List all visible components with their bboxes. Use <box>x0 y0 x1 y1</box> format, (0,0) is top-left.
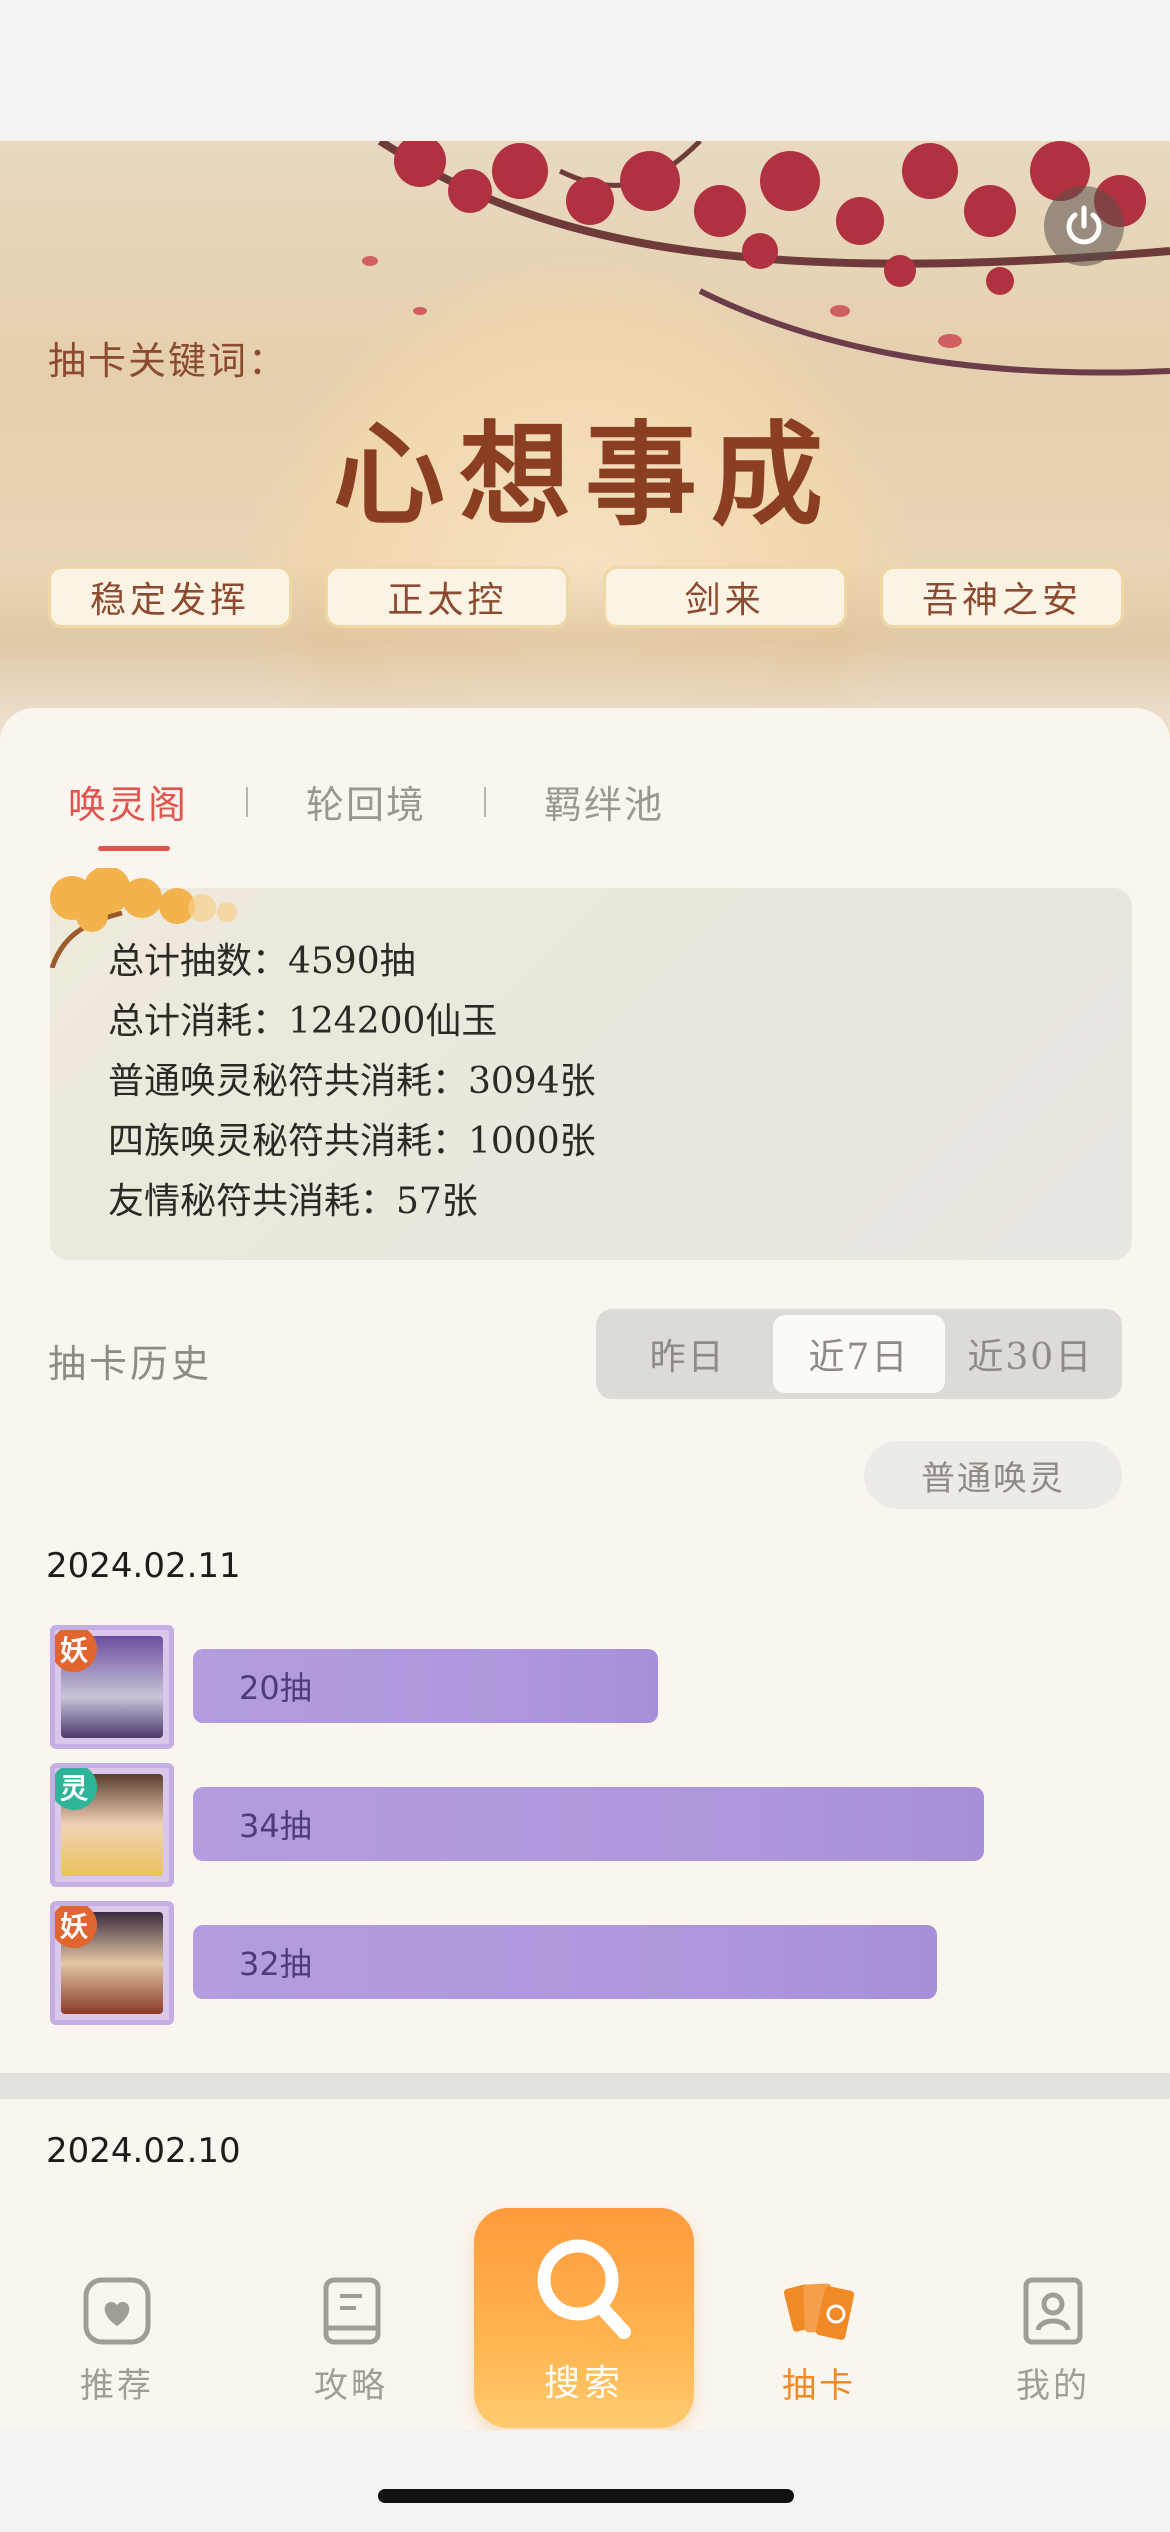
rarity-badge: 妖 <box>55 1906 97 1948</box>
tab-separator <box>246 786 249 817</box>
nav-label: 攻略 <box>314 2366 388 2406</box>
shikigami-avatar: 灵 <box>50 1763 174 1887</box>
draw-count-bar: 32抽 <box>193 1925 937 1999</box>
tab-jibanchi[interactable]: 羁绊池 <box>544 774 664 829</box>
nav-label: 我的 <box>1016 2366 1090 2406</box>
nav-label: 推荐 <box>80 2366 154 2406</box>
draw-count-label: 34抽 <box>239 1807 312 1845</box>
nav-gacha[interactable]: 抽卡 <box>702 2212 936 2430</box>
history-row[interactable]: 妖 32抽 <box>50 1901 1120 2025</box>
home-indicator-area <box>0 2430 1170 2532</box>
draw-count-bar: 20抽 <box>193 1649 658 1723</box>
cards-icon <box>784 2276 854 2346</box>
search-icon <box>537 2239 631 2339</box>
stats-list: 总计抽数：4590抽 总计消耗：124200仙玉 普通唤灵秘符共消耗：3094张… <box>108 932 596 1232</box>
keyword-chip[interactable]: 吾神之安 <box>879 566 1124 628</box>
content-panel: 唤灵阁 轮回境 羁绊池 总计抽数：4590抽 总计消耗：124200仙玉 普通唤… <box>0 708 1170 2073</box>
range-segmented-control: 昨日 近7日 近30日 <box>596 1309 1122 1399</box>
draw-count-label: 32抽 <box>239 1945 312 1983</box>
range-yesterday[interactable]: 昨日 <box>602 1315 773 1393</box>
history-title: 抽卡历史 <box>48 1342 213 1386</box>
power-button[interactable] <box>1044 186 1124 266</box>
stat-total-cost: 总计消耗：124200仙玉 <box>108 1001 498 1042</box>
nav-recommend[interactable]: 推荐 <box>0 2212 234 2430</box>
status-bar <box>0 0 1170 141</box>
stats-card: 总计抽数：4590抽 总计消耗：124200仙玉 普通唤灵秘符共消耗：3094张… <box>49 868 1132 1260</box>
keyword-chips: 稳定发挥 正太控 剑来 吾神之安 <box>48 566 1124 628</box>
range-30-days[interactable]: 近30日 <box>945 1315 1116 1393</box>
nav-label: 抽卡 <box>782 2366 856 2406</box>
history-row[interactable]: 妖 20抽 <box>50 1625 1120 1749</box>
draw-count-bar: 34抽 <box>193 1787 984 1861</box>
history-date: 2024.02.10 <box>46 2131 241 2171</box>
keyword-label: 抽卡关键词： <box>48 339 289 383</box>
shikigami-avatar: 妖 <box>50 1625 174 1749</box>
home-indicator[interactable] <box>378 2489 794 2503</box>
draw-count-label: 20抽 <box>239 1669 312 1707</box>
stat-four-clan-talisman: 四族唤灵秘符共消耗：1000张 <box>108 1121 596 1162</box>
keyword-chip[interactable]: 稳定发挥 <box>48 566 292 628</box>
history-date: 2024.02.11 <box>46 1546 241 1586</box>
search-button[interactable]: 搜索 <box>474 2208 694 2428</box>
search-label: 搜索 <box>543 2363 624 2404</box>
section-gap <box>0 2073 1170 2099</box>
tab-huanlingge[interactable]: 唤灵阁 <box>68 774 188 851</box>
keyword-title: 心想事成 <box>333 410 837 541</box>
shikigami-avatar: 妖 <box>50 1901 174 2025</box>
rarity-badge: 灵 <box>55 1768 97 1810</box>
stat-normal-talisman: 普通唤灵秘符共消耗：3094张 <box>108 1061 596 1102</box>
power-icon <box>1066 205 1102 245</box>
nav-profile[interactable]: 我的 <box>936 2212 1170 2430</box>
stat-total-draws: 总计抽数：4590抽 <box>108 941 416 982</box>
history-row[interactable]: 灵 34抽 <box>50 1763 1120 1887</box>
nav-guide[interactable]: 攻略 <box>234 2212 468 2430</box>
profile-icon <box>1018 2276 1088 2346</box>
keyword-chip[interactable]: 剑来 <box>602 566 847 628</box>
rarity-badge: 妖 <box>55 1630 97 1672</box>
heart-house-icon <box>82 2276 152 2346</box>
pool-tabs: 唤灵阁 轮回境 羁绊池 <box>68 774 664 851</box>
tab-separator <box>484 786 487 817</box>
stat-friendship-talisman: 友情秘符共消耗：57张 <box>108 1181 478 1222</box>
keyword-chip[interactable]: 正太控 <box>325 566 570 628</box>
pool-filter-button[interactable]: 普通唤灵 <box>864 1441 1122 1509</box>
book-icon <box>316 2276 386 2346</box>
tab-lunhuijing[interactable]: 轮回境 <box>306 774 426 829</box>
range-7-days[interactable]: 近7日 <box>773 1315 945 1393</box>
